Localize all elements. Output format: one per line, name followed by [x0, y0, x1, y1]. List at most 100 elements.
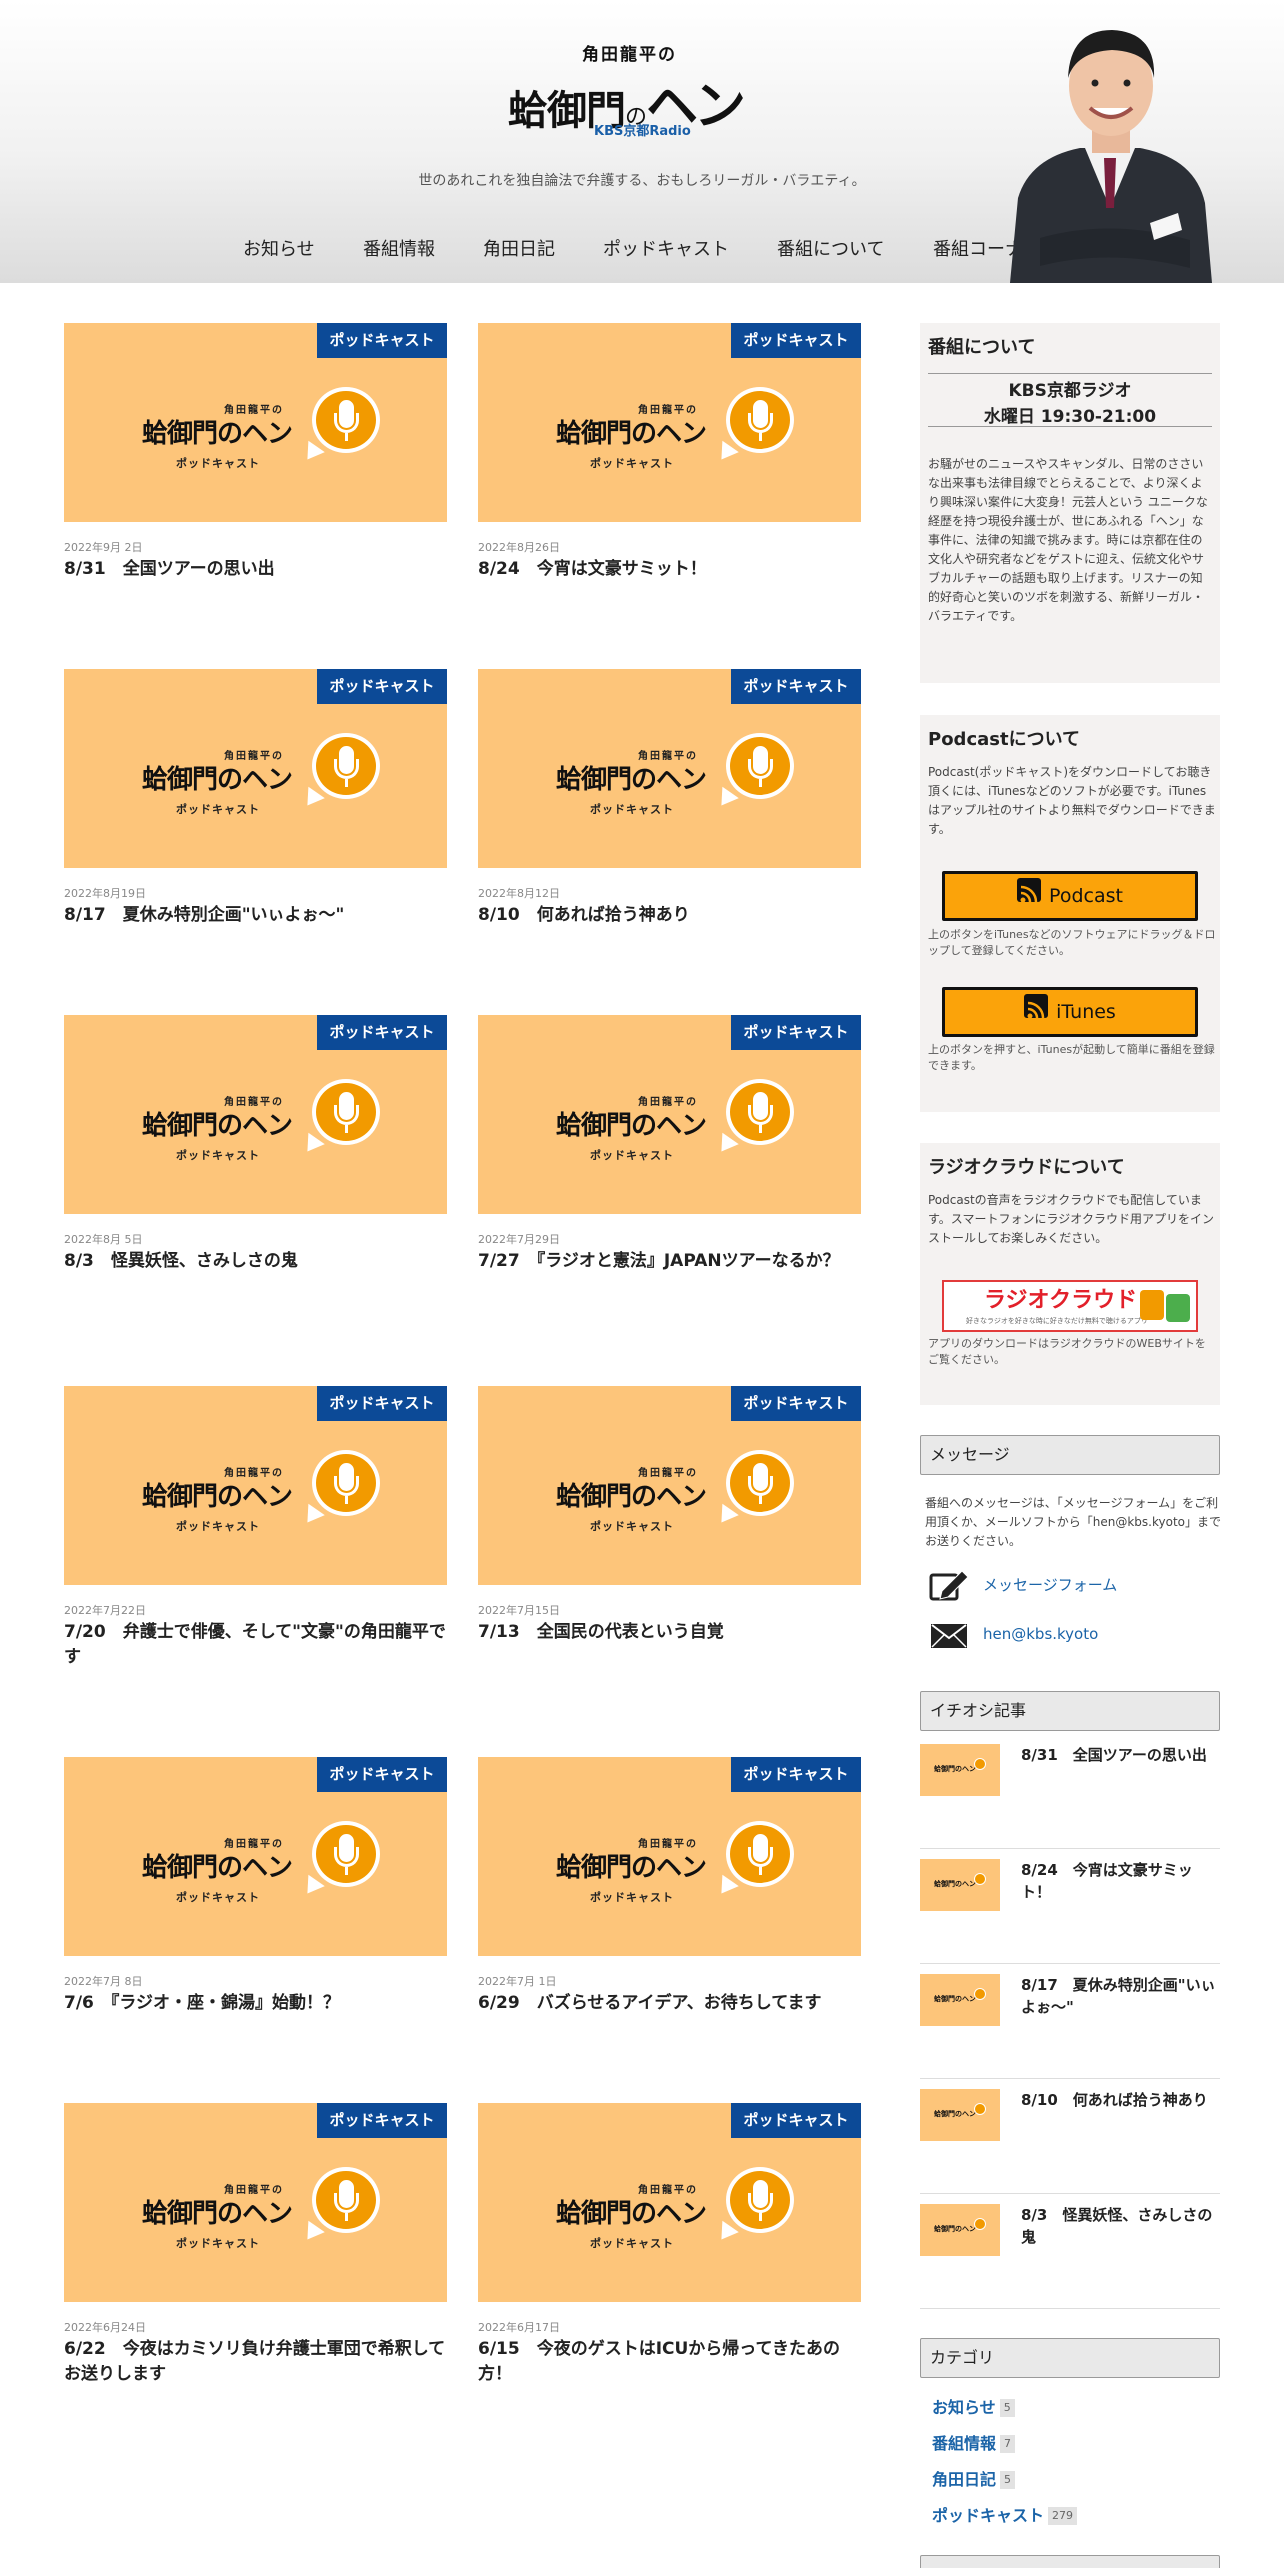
post-card[interactable]: ポッドキャスト 角田龍平の 蛤御門のヘン ポッドキャスト 2022年8月12日 8/10 … [478, 669, 861, 928]
post-card[interactable]: ポッドキャスト 角田龍平の 蛤御門のヘン ポッドキャスト 2022年6月17日 6/15 … [478, 2103, 861, 2387]
podcast-logo: 角田龍平の 蛤御門のヘン ポッドキャスト [142, 729, 382, 829]
post-card[interactable]: ポッドキャスト 角田龍平の 蛤御門のヘン ポッドキャスト 2022年7月22日 7/20 … [64, 1386, 447, 1670]
category-badge[interactable]: ポッドキャスト [317, 669, 447, 704]
pick-title[interactable]: 8/31 全国ツアーの思い出 [1021, 1744, 1220, 1766]
post-card[interactable]: ポッドキャスト 角田龍平の 蛤御門のヘン ポッドキャスト 2022年7月 1日 6/29 … [478, 1757, 861, 2016]
picks-heading: イチオシ記事 [920, 1691, 1220, 1731]
radio-illustration [1166, 1294, 1190, 1322]
pick-title[interactable]: 8/10 何あれば拾う神あり [1021, 2089, 1220, 2111]
category-badge[interactable]: ポッドキャスト [317, 1015, 447, 1050]
pick-title[interactable]: 8/24 今宵は文豪サミット！ [1021, 1859, 1220, 1903]
podcast-text: Podcast(ポッドキャスト)をダウンロードしてお聴き頂くには、iTunesな… [928, 765, 1216, 836]
post-thumbnail[interactable]: ポッドキャスト角田龍平の 蛤御門のヘン ポッドキャスト [478, 669, 861, 868]
pick-thumbnail[interactable]: 蛤御門のヘン [920, 1744, 1000, 1796]
microphone-icon [974, 1988, 986, 2000]
post-title[interactable]: 7/13 全国民の代表という自覚 [478, 1620, 861, 1645]
post-thumbnail[interactable]: ポッドキャスト 角田龍平の 蛤御門のヘン ポッドキャスト [64, 1015, 447, 1214]
divider [920, 2308, 1220, 2309]
post-card[interactable]: ポッドキャスト 角田龍平の 蛤御門のヘン ポッドキャスト 2022年8月26日 8/24 … [478, 323, 861, 582]
site-logo[interactable]: 角田龍平の 蛤御門のヘン KBS京都Radio [500, 38, 790, 139]
microphone-icon [726, 1450, 794, 1516]
post-title[interactable]: 6/22 今夜はカミソリ負け弁護士軍団で希釈してお送りします [64, 2337, 447, 2387]
microphone-icon [974, 2218, 986, 2230]
podcast-logo: 角田龍平の 蛤御門のヘン ポッドキャスト [142, 1817, 382, 1917]
pick-title[interactable]: 8/17 夏休み特別企画"いぃよぉ～" [1021, 1974, 1220, 2018]
nav-item-podcast[interactable]: ポッドキャスト [603, 235, 729, 261]
category-badge[interactable]: ポッドキャスト [731, 669, 861, 704]
message-form-link[interactable]: メッセージフォーム [983, 1574, 1117, 1595]
nav-item-program-info[interactable]: 番組情報 [363, 235, 435, 261]
category-news[interactable]: お知らせ 5 [932, 2394, 1015, 2418]
pick-title[interactable]: 8/3 怪異妖怪、さみしさの鬼 [1021, 2204, 1220, 2248]
itunes-button[interactable]: iTunes [942, 987, 1198, 1037]
site-header: 角田龍平の 蛤御門のヘン KBS京都Radio 世のあれこれを独自論法で弁護する… [0, 0, 1284, 283]
category-badge[interactable]: ポッドキャスト [317, 1386, 447, 1421]
post-title[interactable]: 7/6 『ラジオ・座・錦湯』始動！？ [64, 1991, 447, 2016]
podcast-logo: 角田龍平の 蛤御門のヘン ポッドキャスト [556, 1817, 796, 1917]
host-photo [1010, 30, 1212, 283]
post-title[interactable]: 8/10 何あれば拾う神あり [478, 903, 861, 928]
post-card[interactable]: ポッドキャスト 角田龍平の 蛤御門のヘン ポッドキャスト 2022年8月19日 8/17 … [64, 669, 447, 928]
category-badge[interactable]: ポッドキャスト [731, 1015, 861, 1050]
post-thumbnail[interactable]: ポッドキャスト 角田龍平の 蛤御門のヘン ポッドキャスト [64, 2103, 447, 2302]
pick-thumbnail[interactable]: 蛤御門のヘン [920, 1974, 1000, 2026]
post-card[interactable]: ポッドキャスト 角田龍平の 蛤御門のヘン ポッドキャスト 2022年8月 5日 8/3 怪… [64, 1015, 447, 1274]
post-date: 2022年7月29日 [478, 1233, 560, 1246]
post-card[interactable]: ポッドキャスト角田龍平の 蛤御門のヘン ポッドキャスト 2022年7月 8日 7/6 『… [64, 1757, 447, 2016]
podcast-feed-button[interactable]: Podcast [942, 871, 1198, 921]
post-thumbnail[interactable]: ポッドキャスト角田龍平の 蛤御門のヘン ポッドキャスト [478, 1757, 861, 1956]
post-thumbnail[interactable]: ポッドキャスト角田龍平の 蛤御門のヘン ポッドキャスト [478, 323, 861, 522]
category-diary[interactable]: 角田日記 5 [932, 2466, 1016, 2490]
post-title[interactable]: 6/29 バズらせるアイデア、お待ちしてます [478, 1991, 861, 2016]
category-badge[interactable]: ポッドキャスト [317, 2103, 447, 2138]
category-badge[interactable]: ポッドキャスト [317, 323, 447, 358]
post-thumbnail[interactable]: ポッドキャスト角田龍平の 蛤御門のヘン ポッドキャスト [64, 669, 447, 868]
microphone-icon [726, 733, 794, 799]
edit-icon [929, 1570, 969, 1601]
microphone-icon [312, 1079, 380, 1145]
microphone-icon [312, 733, 380, 799]
message-text: 番組へのメッセージは、「メッセージフォーム」をご利用頂くか、メールソフトから「h… [925, 1496, 1221, 1548]
podcast-logo: 角田龍平の 蛤御門のヘン ポッドキャスト [556, 383, 796, 483]
pick-thumbnail[interactable]: 蛤御門のヘン [920, 2204, 1000, 2256]
nav-item-diary[interactable]: 角田日記 [483, 235, 555, 261]
radiocloud-banner[interactable]: ラジオクラウド 好きなラジオを好きな時に好きなだけ無料で聴けるアプリ [942, 1280, 1198, 1332]
divider [920, 2193, 1220, 2194]
post-thumbnail[interactable]: ポッドキャスト角田龍平の 蛤御門のヘン ポッドキャスト [64, 1757, 447, 1956]
divider [920, 1963, 1220, 1964]
podcast-logo: 角田龍平の 蛤御門のヘン ポッドキャスト [556, 729, 796, 829]
post-card[interactable]: ポッドキャスト 角田龍平の 蛤御門のヘン ポッドキャスト 2022年7月29日 7/27 … [478, 1015, 861, 1274]
post-title[interactable]: 8/3 怪異妖怪、さみしさの鬼 [64, 1249, 447, 1274]
category-badge[interactable]: ポッドキャスト [731, 1386, 861, 1421]
pick-thumbnail[interactable]: 蛤御門のヘン [920, 2089, 1000, 2141]
post-card[interactable]: ポッドキャスト 角田龍平の 蛤御門のヘン ポッドキャスト 2022年9月 2日 8/31 … [64, 323, 447, 582]
post-title[interactable]: 8/24 今宵は文豪サミット！ [478, 557, 861, 582]
category-badge[interactable]: ポッドキャスト [317, 1757, 447, 1792]
nav-item-about[interactable]: 番組について [777, 235, 884, 261]
category-badge[interactable]: ポッドキャスト [731, 323, 861, 358]
pick-thumbnail[interactable]: 蛤御門のヘン [920, 1859, 1000, 1911]
post-title[interactable]: 6/15 今夜のゲストはICUから帰ってきたあの方！ [478, 2337, 861, 2387]
post-thumbnail[interactable]: ポッドキャスト 角田龍平の 蛤御門のヘン ポッドキャスト [478, 2103, 861, 2302]
logo-top-text: 角田龍平の [582, 45, 677, 65]
post-thumbnail[interactable]: ポッドキャスト 角田龍平の 蛤御門のヘン ポッドキャスト [478, 1015, 861, 1214]
category-badge[interactable]: ポッドキャスト [731, 2103, 861, 2138]
post-date: 2022年6月24日 [64, 2321, 146, 2334]
email-link[interactable]: hen@kbs.kyoto [983, 1625, 1098, 1643]
post-date: 2022年7月 8日 [64, 1975, 143, 1988]
post-title[interactable]: 8/31 全国ツアーの思い出 [64, 557, 447, 582]
post-thumbnail[interactable]: ポッドキャスト 角田龍平の 蛤御門のヘン ポッドキャスト [64, 1386, 447, 1585]
post-thumbnail[interactable]: ポッドキャスト 角田龍平の 蛤御門のヘン ポッドキャスト [478, 1386, 861, 1585]
category-podcast[interactable]: ポッドキャスト 279 [932, 2502, 1078, 2526]
post-title[interactable]: 7/27 『ラジオと憲法』JAPANツアーなるか？ [478, 1249, 861, 1274]
post-card[interactable]: ポッドキャスト 角田龍平の 蛤御門のヘン ポッドキャスト 2022年7月15日 7/13 … [478, 1386, 861, 1645]
radiocloud-title: ラジオクラウドについて [928, 1157, 1125, 1178]
category-badge[interactable]: ポッドキャスト [731, 1757, 861, 1792]
post-title[interactable]: 7/20 弁護士で俳優、そして"文豪"の角田龍平です [64, 1620, 447, 1670]
post-title[interactable]: 8/17 夏休み特別企画"いぃよぉ～" [64, 903, 447, 928]
category-program-info[interactable]: 番組情報 7 [932, 2430, 1016, 2454]
post-card[interactable]: ポッドキャスト 角田龍平の 蛤御門のヘン ポッドキャスト 2022年6月24日 6/22 … [64, 2103, 447, 2387]
post-thumbnail[interactable]: ポッドキャスト 角田龍平の 蛤御門のヘン ポッドキャスト [64, 323, 447, 522]
nav-item-news[interactable]: お知らせ [243, 235, 315, 261]
divider [928, 426, 1212, 427]
